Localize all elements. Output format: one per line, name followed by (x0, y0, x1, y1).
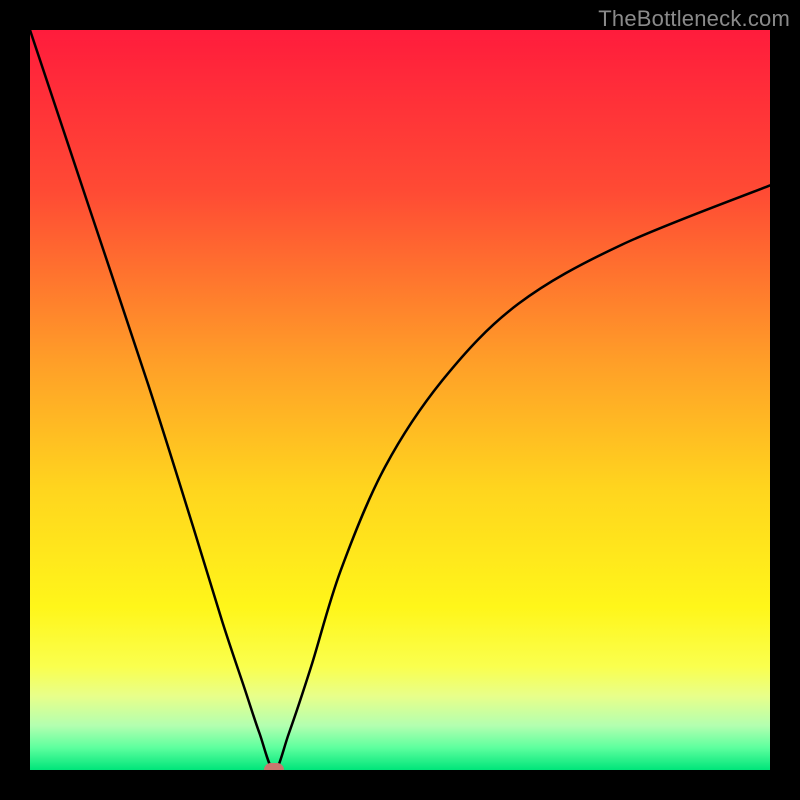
bottleneck-curve (30, 30, 770, 770)
chart-frame: TheBottleneck.com (0, 0, 800, 800)
minimum-marker (264, 763, 284, 770)
plot-area (30, 30, 770, 770)
watermark-text: TheBottleneck.com (598, 6, 790, 32)
